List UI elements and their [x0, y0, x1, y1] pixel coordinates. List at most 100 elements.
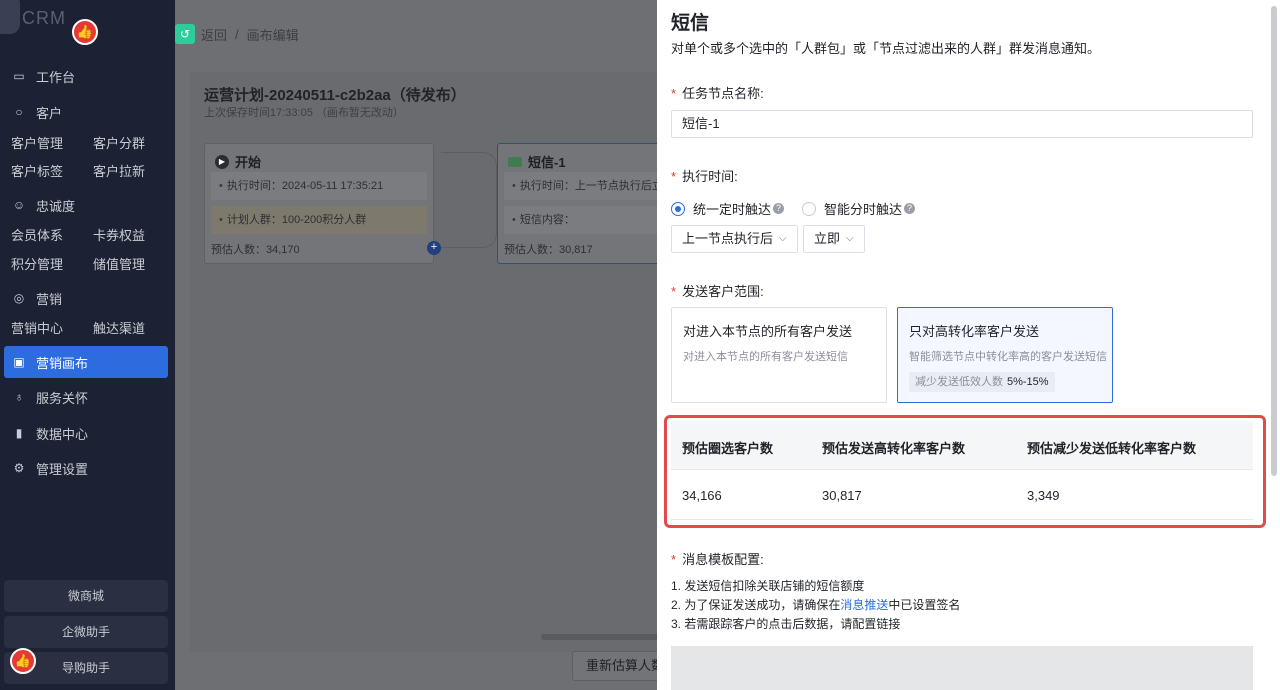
sub-item-customer-group[interactable]: 客户分群	[93, 133, 175, 152]
nav-item-customer[interactable]: ○ 客户	[0, 96, 175, 128]
help-icon[interactable]: ?	[773, 203, 785, 214]
start-node[interactable]: ▶开始 执行时间：2024-05-11 17:35:21 计划人群：100-20…	[204, 143, 434, 264]
sub-item-member-system[interactable]: 会员体系	[11, 225, 93, 244]
nav-label: 客户	[36, 105, 63, 121]
radio-circle	[802, 201, 816, 216]
start-estimate: 预估人数：34,170	[211, 244, 300, 256]
thumbs-up-icon[interactable]: 👍	[72, 19, 98, 45]
gear-icon: ⚙	[13, 461, 25, 475]
nav-item-service-care[interactable]: ♁ 服务关怀	[0, 381, 175, 413]
back-icon[interactable]: ↺	[175, 24, 195, 44]
drawer-description: 对单个或多个选中的「人群包」或「节点过滤出来的人群」群发消息通知。	[671, 41, 1101, 56]
start-node-title: ▶ 开始	[215, 152, 261, 171]
option-all-customers[interactable]: 对进入本节点的所有客户发送 对进入本节点的所有客户发送短信	[671, 307, 887, 403]
plan-title: 运营计划-20240511-c2b2aa（待发布）	[204, 87, 466, 104]
wecom-assistant-button[interactable]: 企微助手	[4, 616, 168, 648]
immediate-select[interactable]: 立即 ⌵	[803, 225, 865, 253]
radio-fixed-time[interactable]: 统一定时触达 ?	[671, 199, 785, 218]
option-desc: 对进入本节点的所有客户发送短信	[683, 351, 848, 363]
nav-label: 工作台	[36, 69, 76, 85]
add-node-icon[interactable]: +	[427, 241, 441, 255]
monitor-icon: ▭	[13, 69, 25, 83]
after-previous-select[interactable]: 上一节点执行后 ⌵	[671, 225, 798, 253]
radio-fixed-label: 统一定时触达	[693, 202, 772, 217]
user-icon: ○	[15, 105, 23, 119]
sub-item-points-mgmt[interactable]: 积分管理	[11, 254, 93, 273]
logo-avatar	[0, 0, 20, 34]
nav-label: 管理设置	[36, 461, 89, 477]
node-connector	[441, 152, 497, 248]
template-label: * 消息模板配置:	[671, 552, 764, 567]
nav-label: 服务关怀	[36, 390, 89, 406]
sub-item-customer-tag[interactable]: 客户标签	[11, 161, 93, 180]
sms-node[interactable]: 短信-1 执行时间：上一节点执行后立即 短信内容： 预估人数：30,817	[497, 143, 674, 264]
logo-text: CRM	[22, 8, 66, 28]
sms-exec-time: 执行时间：上一节点执行后立即	[504, 172, 674, 200]
horizontal-scrollbar[interactable]	[541, 634, 661, 640]
start-plan-people: 计划人群：100-200积分人群	[211, 206, 427, 234]
logo-area: CRM 👍	[0, 0, 175, 50]
sub-item-stored-value[interactable]: 储值管理	[93, 254, 175, 273]
radio-smart-label: 智能分时触达	[824, 202, 903, 217]
option-desc: 智能筛选节点中转化率高的客户发送短信	[909, 351, 1107, 363]
sub-item-card-coupon[interactable]: 卡券权益	[93, 225, 175, 244]
nav-label: 营销	[36, 291, 63, 307]
message-push-link[interactable]: 消息推送	[840, 598, 888, 612]
nav-label: 数据中心	[36, 426, 89, 442]
select-value: 立即	[814, 231, 841, 246]
note-line: 1. 发送短信扣除关联店铺的短信额度	[671, 579, 865, 593]
sms-estimate: 预估人数：30,817	[504, 244, 593, 256]
task-name-label: * 任务节点名称:	[671, 86, 764, 101]
chevron-down-icon: ⌵	[779, 233, 787, 244]
sms-drawer: 短信 对单个或多个选中的「人群包」或「节点过滤出来的人群」群发消息通知。 * 任务…	[657, 0, 1280, 690]
target-icon: ◎	[13, 291, 25, 305]
nav-item-loyalty[interactable]: ☺ 忠诚度	[0, 189, 175, 221]
reduce-tag: 减少发送低效人数 5%-15%	[909, 372, 1055, 392]
highlight-box	[664, 415, 1266, 528]
nav-label: 忠诚度	[36, 198, 76, 214]
canvas-area: ↺ 返回 / 画布编辑 运营计划-20240511-c2b2aa（待发布） 上次…	[175, 0, 674, 690]
thumbs-up-icon[interactable]: 👍	[10, 648, 36, 674]
scope-label: * 发送客户范围:	[671, 284, 764, 299]
mini-mall-button[interactable]: 微商城	[4, 580, 168, 612]
note-line: 3. 若需跟踪客户的点击后数据，请配置链接	[671, 617, 901, 631]
nav-item-marketing[interactable]: ◎ 营销	[0, 282, 175, 314]
sidebar: CRM 👍 ▭ 工作台 ○ 客户 客户管理 客户分群 客户标签 客户拉新 ☺ 忠…	[0, 0, 175, 690]
smile-icon: ☺	[12, 198, 26, 212]
sub-item-marketing-center[interactable]: 营销中心	[11, 318, 93, 337]
chevron-down-icon: ⌵	[846, 233, 854, 244]
help-icon[interactable]: ?	[904, 203, 916, 214]
play-icon: ▶	[215, 154, 229, 169]
breadcrumb: ↺ 返回 / 画布编辑	[175, 24, 299, 44]
nav-item-data-center[interactable]: ▮ 数据中心	[0, 417, 175, 449]
start-exec-time: 执行时间：2024-05-11 17:35:21	[211, 172, 427, 200]
sub-item-customer-mgmt[interactable]: 客户管理	[11, 133, 93, 152]
option-title: 对进入本节点的所有客户发送	[683, 324, 853, 339]
envelope-icon	[508, 156, 522, 167]
option-high-conversion[interactable]: 只对高转化率客户发送 智能筛选节点中转化率高的客户发送短信 减少发送低效人数 5%…	[897, 307, 1113, 403]
exec-time-label: * 执行时间:	[671, 169, 738, 184]
sms-node-title: 短信-1	[508, 152, 566, 171]
plan-save-status: 上次保存时间17:33:05 （画布暂无改动）	[204, 107, 404, 119]
template-preview	[671, 646, 1253, 690]
template-notes: 1. 发送短信扣除关联店铺的短信额度 2. 为了保证发送成功，请确保在消息推送中…	[671, 577, 960, 634]
radio-smart-time[interactable]: 智能分时触达 ?	[802, 199, 916, 218]
task-name-input[interactable]: 短信-1	[671, 110, 1253, 138]
nav-label: 营销画布	[36, 355, 89, 371]
radio-circle	[671, 201, 685, 216]
vertical-scrollbar[interactable]	[1271, 6, 1277, 476]
back-link[interactable]: 返回	[201, 25, 227, 44]
drawer-title: 短信	[671, 13, 710, 34]
option-title: 只对高转化率客户发送	[909, 324, 1040, 339]
breadcrumb-separator: /	[235, 26, 239, 42]
breadcrumb-current: 画布编辑	[246, 27, 299, 43]
medal-icon: ♁	[14, 390, 24, 404]
sub-item-reach-channel[interactable]: 触达渠道	[93, 318, 175, 337]
nav-item-workbench[interactable]: ▭ 工作台	[0, 60, 175, 92]
nav-item-settings[interactable]: ⚙ 管理设置	[0, 452, 175, 484]
select-value: 上一节点执行后	[682, 231, 774, 246]
sub-item-customer-pull[interactable]: 客户拉新	[93, 161, 175, 180]
bar-chart-icon: ▮	[15, 426, 23, 440]
nav-item-marketing-canvas[interactable]: ▣ 营销画布	[4, 346, 168, 378]
note-line: 2. 为了保证发送成功，请确保在消息推送中已设置签名	[671, 598, 961, 612]
